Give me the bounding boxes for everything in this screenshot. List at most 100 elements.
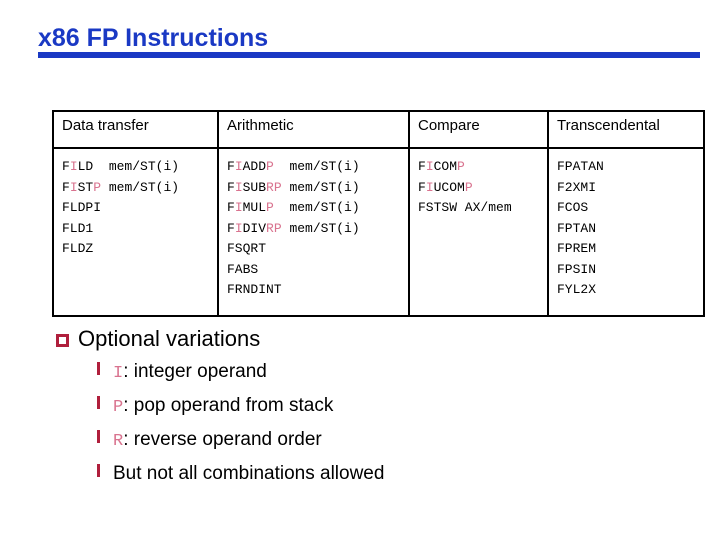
instruction-text: FRNDINT [227,282,282,297]
dash-bullet-icon [97,396,100,409]
instruction-modifier-letter: I [234,220,243,236]
instruction-list-arithmetic: FIADDP mem/ST(i) FISUBRP mem/ST(i) FIMULP … [227,157,408,301]
instruction-row: FILD mem/ST(i) [62,157,217,178]
instruction-text: mem/ST(i) [281,220,360,236]
bullet-sub-item: R: reverse operand order [97,428,696,453]
instruction-row: FPATAN [557,157,703,178]
instruction-text: ST [77,179,94,195]
instruction-text: DIV [242,220,267,236]
instruction-text: FLDZ [62,241,94,256]
instruction-text: FABS [227,261,259,277]
instruction-text: FLDPI [62,200,102,215]
instruction-modifier-letter: P [464,179,473,195]
instruction-row: FLDPI [62,198,217,219]
instruction-text: F [62,159,70,174]
instruction-text: LD mem/ST(i) [77,159,180,174]
bullet-area: Optional variations I: integer operand P:… [56,326,696,494]
instruction-modifier-letter: P [266,200,274,215]
page-title: x86 FP Instructions [38,24,269,52]
column-header-arithmetic: Arithmetic [217,110,410,149]
instruction-modifier-letter: P [93,179,102,195]
instruction-row: FLD1 [62,219,217,240]
bullet-sub-label: I: integer operand [113,361,267,383]
instruction-row: FSQRT [227,239,408,260]
instruction-text: F [227,220,235,236]
title-underline-rule [38,52,700,58]
instruction-row: FISUBRP mem/ST(i) [227,178,408,199]
fp-instruction-table: Data transfer Arithmetic Compare Transce… [52,110,705,317]
instruction-row: FIDIVRP mem/ST(i) [227,219,408,240]
cell-data-transfer: FILD mem/ST(i) FISTP mem/ST(i) FLDPI FLD1 FL… [52,147,219,317]
instruction-modifier-letter: I [234,179,243,195]
instruction-list-data-transfer: FILD mem/ST(i) FISTP mem/ST(i) FLDPI FLD1 FL… [62,157,217,260]
instruction-text: F [227,200,235,215]
bullet-sub-item: But not all combinations allowed [97,462,696,485]
instruction-row: FIMULP mem/ST(i) [227,198,408,219]
slide-root: { "slide": { "title": "x86 FP Instructio… [0,0,720,540]
instruction-text: F [227,179,235,195]
instruction-row: FICOMP [418,157,547,178]
bullet-level1-item: Optional variations [56,326,696,352]
cell-arithmetic: FIADDP mem/ST(i) FISUBRP mem/ST(i) FIMULP … [217,147,410,317]
column-header-transcendental: Transcendental [547,110,705,149]
instruction-text: F [418,179,426,195]
instruction-text: FPATAN [557,159,604,174]
instruction-modifier-letter: P [266,159,274,174]
instruction-text: SUB [242,179,267,195]
instruction-text: F [418,159,426,174]
instruction-list-transcendental: FPATAN F2XMI FCOS FPTAN FPREM FPSIN FYL2X [557,157,703,301]
instruction-modifier-letter: RP [266,179,282,195]
instruction-row: FABS [227,260,408,281]
instruction-row: F2XMI [557,178,703,199]
instruction-row: FISTP mem/ST(i) [62,178,217,199]
bullet-sub-label: But not all combinations allowed [113,463,385,484]
instruction-text: FPSIN [557,261,597,277]
instruction-text: FSQRT [227,241,267,256]
instruction-modifier-letter: I [69,179,78,195]
bullet-level1-label: Optional variations [78,326,261,351]
instruction-text: FSTSW AX/mem [418,200,512,215]
bullet-sub-label: R: reverse operand order [113,429,322,451]
instruction-row: FCOS [557,198,703,219]
instruction-modifier-letter: I [69,159,78,174]
table-body-row: FILD mem/ST(i) FISTP mem/ST(i) FLDPI FLD1 FL… [52,147,705,317]
instruction-row: FIUCOMP [418,178,547,199]
bullet-sub-label: P: pop operand from stack [113,395,334,417]
instruction-text: mem/ST(i) [273,200,360,215]
instruction-text: MUL [242,200,267,215]
dash-bullet-icon [97,430,100,443]
instruction-row: FIADDP mem/ST(i) [227,157,408,178]
instruction-modifier-letter: I [234,159,243,174]
table-header-row: Data transfer Arithmetic Compare Transce… [52,110,705,149]
instruction-text: FPTAN [557,220,597,236]
instruction-text: ADD [242,159,267,174]
instruction-text: FLD1 [62,220,94,236]
instruction-text: F [227,159,235,174]
instruction-row: FPREM [557,239,703,260]
instruction-text: COM [433,159,458,174]
instruction-modifier-letter: P [457,159,465,174]
bullet-sublist: I: integer operand P: pop operand from st… [56,360,696,485]
instruction-text: FCOS [557,200,589,215]
instruction-modifier-letter: I [425,159,434,174]
column-header-compare: Compare [408,110,549,149]
instruction-row: FYL2X [557,280,703,301]
instruction-text: mem/ST(i) [273,159,360,174]
instruction-row: FSTSW AX/mem [418,198,547,219]
column-header-data-transfer: Data transfer [52,110,219,149]
bullet-sub-item: I: integer operand [97,360,696,385]
instruction-modifier-letter: I [234,200,243,215]
dash-bullet-icon [97,464,100,477]
instruction-text: mem/ST(i) [101,179,180,195]
instruction-row: FRNDINT [227,280,408,301]
instruction-text: F2XMI [557,179,597,195]
title-block: x86 FP Instructions [38,24,702,52]
dash-bullet-icon [97,362,100,375]
instruction-list-compare: FICOMP FIUCOMP FSTSW AX/mem [418,157,547,219]
instruction-row: FLDZ [62,239,217,260]
modifier-code-letter: I [113,364,124,383]
instruction-row: FPTAN [557,219,703,240]
instruction-modifier-letter: RP [266,220,282,236]
instruction-text: mem/ST(i) [281,179,360,195]
modifier-code-letter: R [113,432,124,451]
